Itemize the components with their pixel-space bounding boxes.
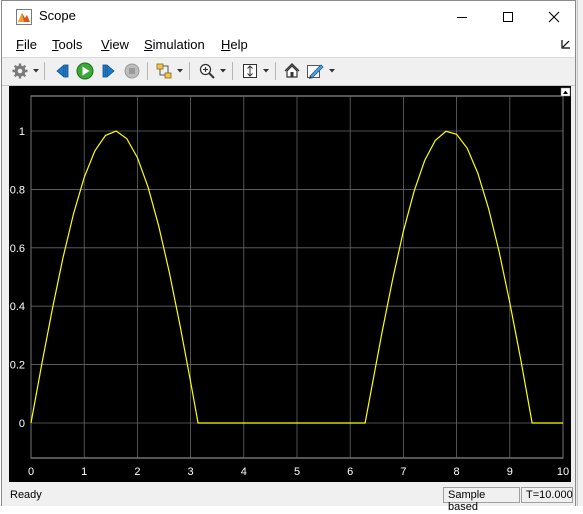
x-tick-label: 9 [507, 466, 513, 478]
stop-icon [124, 63, 140, 79]
toolbar-separator [147, 62, 148, 80]
background-right [577, 0, 583, 514]
settings-dropdown[interactable] [32, 61, 40, 81]
x-tick-label: 0 [28, 466, 34, 478]
step-back-button[interactable] [52, 61, 72, 81]
y-tick-label: 0.2 [10, 360, 25, 372]
menu-help[interactable]: Help [221, 37, 248, 52]
settings-button[interactable] [10, 61, 30, 81]
run-icon [76, 62, 94, 80]
autoscale-icon [243, 64, 257, 78]
title-bar[interactable]: Scope [2, 1, 575, 32]
x-tick-label: 4 [241, 466, 247, 478]
autoscale-dropdown[interactable] [262, 61, 270, 81]
sample-mode-indicator: Sample based [443, 487, 520, 513]
gear-icon [12, 63, 28, 79]
run-button[interactable] [75, 61, 95, 81]
scope-display[interactable]: 0 1 2 3 4 5 6 7 8 9 10 0 0.2 0.4 0.6 0.8 1 [9, 86, 571, 482]
chevron-down-icon [329, 69, 335, 73]
signal-selector-icon [156, 63, 172, 79]
close-button[interactable] [531, 1, 577, 32]
minimize-button[interactable] [439, 1, 485, 32]
toolbar-separator [189, 62, 190, 80]
style-icon [307, 64, 324, 79]
x-tick-label: 1 [81, 466, 87, 478]
chevron-down-icon [33, 69, 39, 73]
menu-tools[interactable]: Tools [52, 37, 82, 52]
signal-selector-button[interactable] [154, 61, 174, 81]
zoom-in-icon [199, 63, 215, 79]
x-tick-label: 7 [400, 466, 406, 478]
x-tick-label: 6 [347, 466, 353, 478]
menu-simulation[interactable]: Simulation [144, 37, 205, 52]
style-button[interactable] [305, 61, 325, 81]
close-icon [548, 11, 560, 22]
chevron-down-icon [177, 69, 183, 73]
signal-selector-dropdown[interactable] [176, 61, 184, 81]
minimize-icon [457, 16, 467, 18]
toolbar [2, 58, 575, 86]
highlight-button[interactable] [282, 61, 302, 81]
x-tick-label: 2 [134, 466, 140, 478]
step-back-icon [56, 64, 69, 78]
y-tick-label: 1 [19, 126, 25, 138]
x-tick-label: 10 [557, 466, 569, 478]
window-title: Scope [39, 8, 76, 23]
maximize-button[interactable] [485, 1, 531, 32]
undock-arrow-icon[interactable] [561, 39, 571, 49]
menu-view[interactable]: View [101, 37, 129, 52]
y-tick-label: 0 [19, 418, 25, 430]
highlight-icon [284, 63, 300, 78]
x-tick-label: 3 [188, 466, 194, 478]
maximize-icon [503, 11, 513, 22]
plot-corner-button[interactable] [560, 87, 571, 97]
style-dropdown[interactable] [328, 61, 336, 81]
step-forward-icon [102, 64, 115, 78]
stop-button[interactable] [122, 61, 142, 81]
autoscale-button[interactable] [240, 61, 260, 81]
toolbar-separator [232, 62, 233, 80]
y-tick-label: 0.6 [10, 243, 25, 255]
toolbar-separator [44, 62, 45, 80]
x-tick-label: 5 [294, 466, 300, 478]
x-tick-label: 8 [454, 466, 460, 478]
toolbar-separator [275, 62, 276, 80]
y-tick-label: 0.8 [10, 184, 25, 196]
scope-app-icon [16, 9, 32, 25]
step-forward-button[interactable] [99, 61, 119, 81]
simulation-time-indicator: T=10.000 [521, 487, 573, 503]
background-bottom [0, 506, 583, 514]
scope-window: Scope File Tools View Simulation Help 0 … [1, 0, 576, 513]
scope-plot[interactable]: 0 1 2 3 4 5 6 7 8 9 10 0 0.2 0.4 0.6 0.8 1 [9, 86, 571, 482]
y-tick-label: 0.4 [10, 301, 25, 313]
menu-bar: File Tools View Simulation Help [2, 32, 575, 58]
chevron-down-icon [263, 69, 269, 73]
zoom-button[interactable] [197, 61, 217, 81]
status-bar: Ready Sample based T=10.000 [2, 484, 575, 513]
menu-file[interactable]: File [16, 37, 37, 52]
status-ready-text: Ready [10, 489, 42, 501]
chevron-down-icon [220, 69, 226, 73]
zoom-dropdown[interactable] [219, 61, 227, 81]
